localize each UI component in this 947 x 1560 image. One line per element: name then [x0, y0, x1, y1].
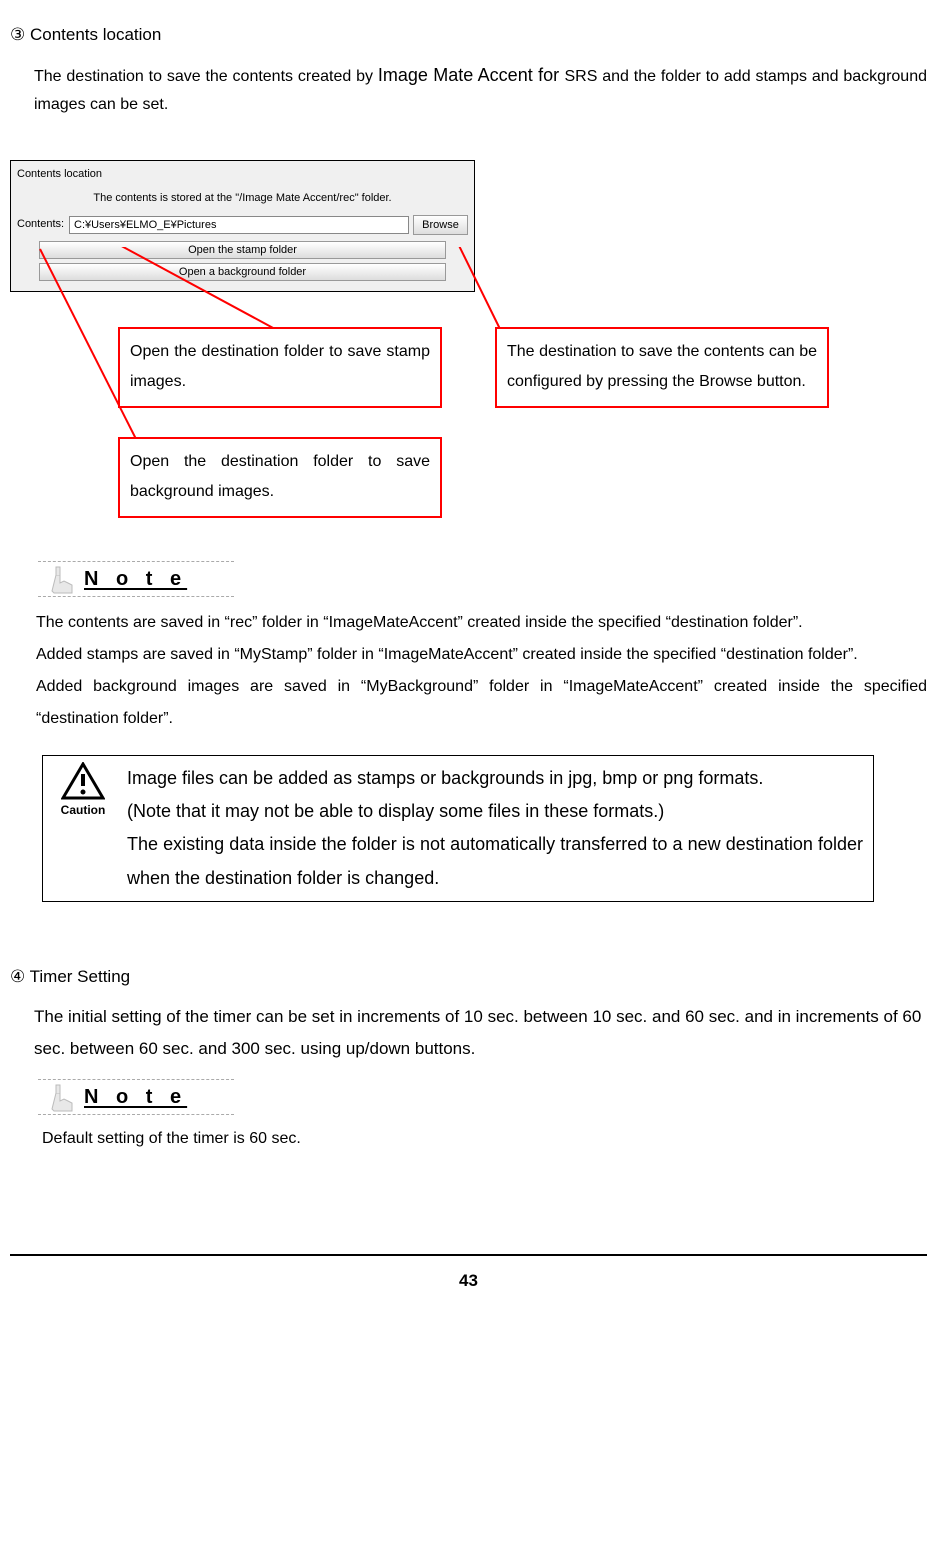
section-4-body: The initial setting of the timer can be …	[10, 1001, 927, 1066]
section-3-heading: ③ Contents location	[10, 20, 927, 51]
caution-icon	[61, 762, 105, 800]
section-4-heading: ④ Timer Setting	[10, 962, 927, 993]
browse-button[interactable]: Browse	[413, 215, 468, 235]
section-3-text-a: The destination to save the contents cre…	[34, 68, 378, 85]
note-body: The contents are saved in “rec” folder i…	[10, 607, 927, 735]
caution-line-3: The existing data inside the folder is n…	[127, 828, 863, 895]
dialog-subtext: The contents is stored at the "/Image Ma…	[15, 187, 470, 213]
callout-stamp-folder: Open the destination folder to save stam…	[118, 327, 442, 408]
caution-text: Image files can be added as stamps or ba…	[123, 756, 873, 901]
contents-path-input[interactable]: C:¥Users¥ELMO_E¥Pictures	[69, 216, 409, 234]
contents-label: Contents:	[17, 215, 65, 235]
note-bar-2: N o t e	[38, 1079, 234, 1115]
page-number: 43	[10, 1254, 927, 1297]
caution-box: Caution Image files can be added as stam…	[42, 755, 874, 902]
pointing-hand-icon	[44, 561, 80, 597]
callout-browse: The destination to save the contents can…	[495, 327, 829, 408]
timer-default-text: Default setting of the timer is 60 sec.	[10, 1125, 927, 1154]
section-3-body: The destination to save the contents cre…	[10, 59, 927, 121]
callout-background-folder: Open the destination folder to save back…	[118, 437, 442, 518]
caution-line-1: Image files can be added as stamps or ba…	[127, 762, 863, 795]
note-line-2: Added stamps are saved in “MyStamp” fold…	[36, 639, 927, 671]
note-bar: N o t e	[38, 561, 234, 597]
note-line-1: The contents are saved in “rec” folder i…	[36, 607, 927, 639]
dialog-title: Contents location	[15, 163, 470, 187]
section-3-text-b: Image Mate Accent for	[378, 65, 565, 85]
note-line-3: Added background images are saved in “My…	[36, 671, 927, 735]
pointing-hand-icon	[44, 1079, 80, 1115]
caution-label: Caution	[45, 800, 121, 822]
note-label-2: N o t e	[84, 1079, 187, 1115]
caution-line-2: (Note that it may not be able to display…	[127, 795, 863, 828]
note-label: N o t e	[84, 561, 187, 597]
